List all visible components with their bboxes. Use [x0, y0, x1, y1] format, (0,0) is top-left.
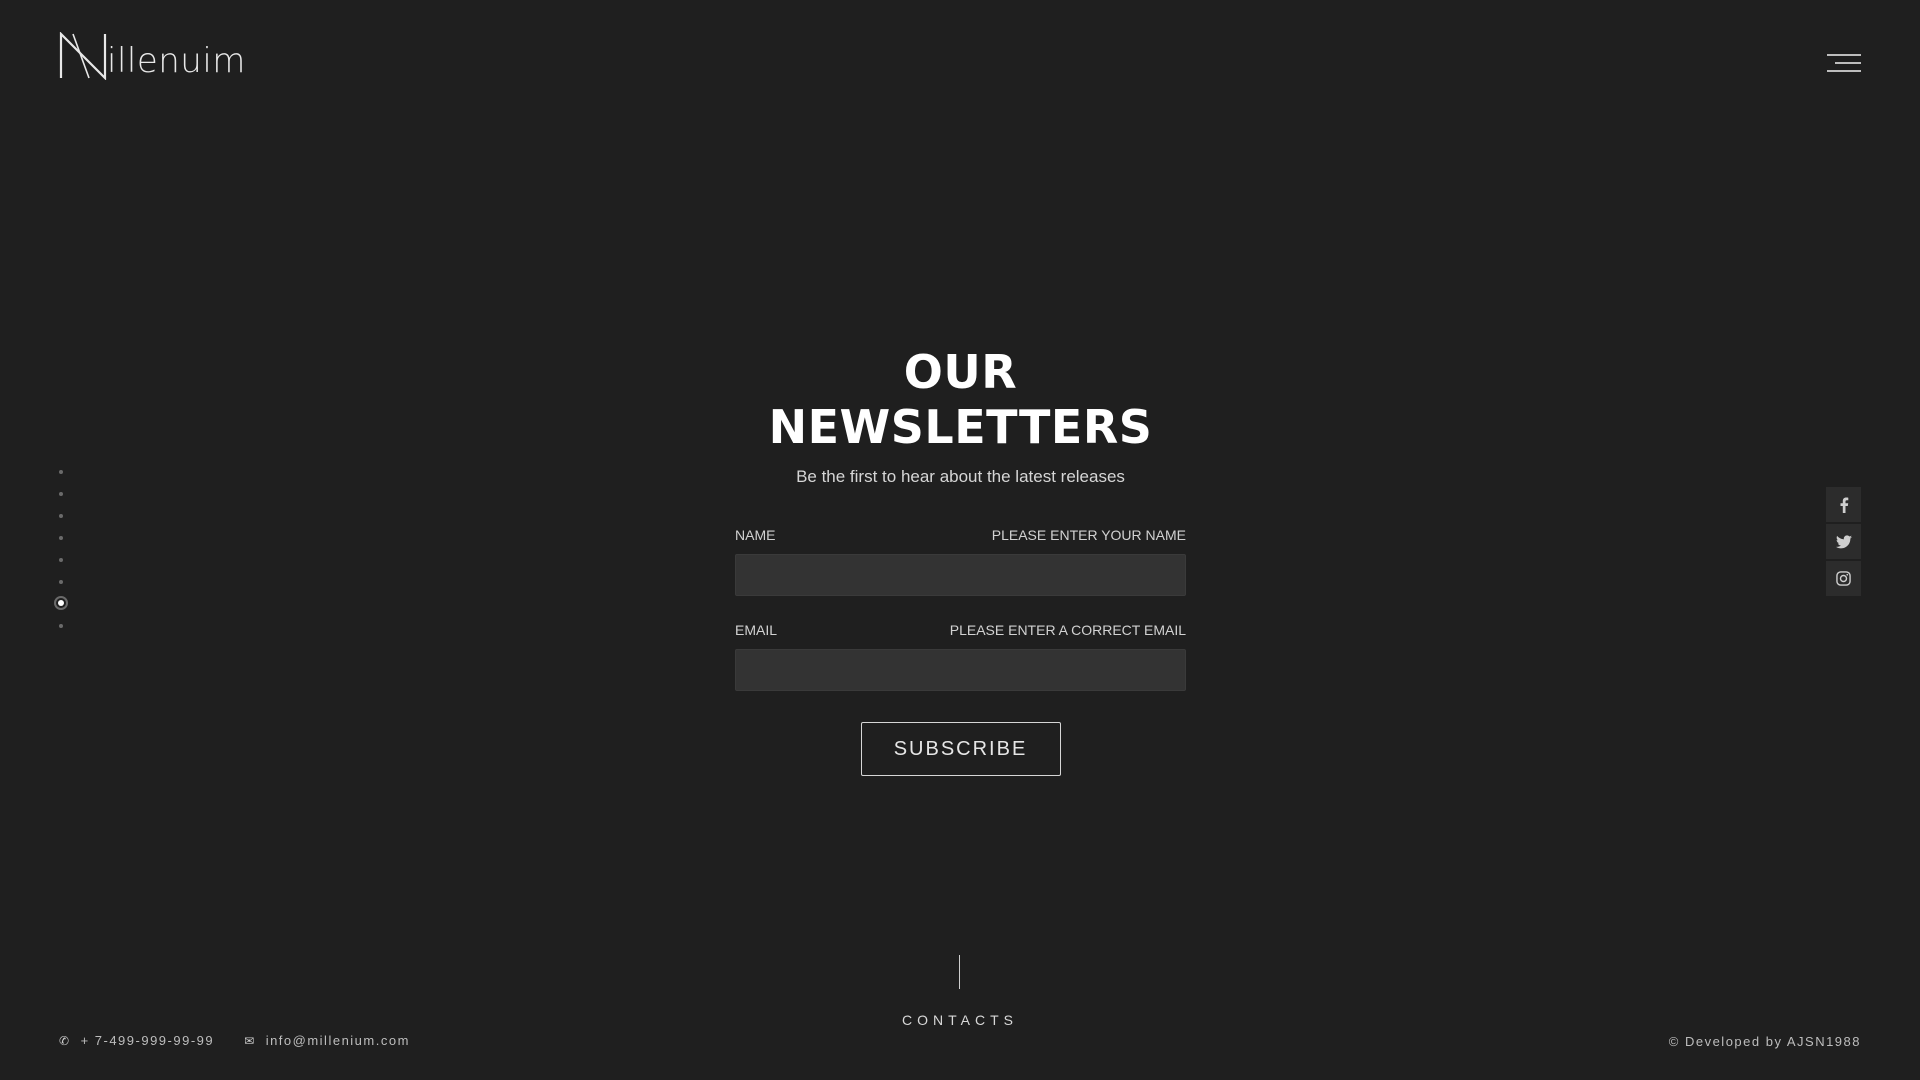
footer-credits: © Developed by AJSN1988 [1668, 1034, 1861, 1049]
email-field-group: EMAIL PLEASE ENTER A CORRECT EMAIL [735, 622, 1186, 692]
section-nav [54, 470, 68, 646]
social-links [1826, 487, 1861, 598]
name-field-group: NAME PLEASE ENTER YOUR NAME [735, 527, 1186, 597]
logo-text: illenuim [107, 41, 246, 81]
mail-icon: ✉ [244, 1033, 256, 1048]
facebook-icon[interactable] [1826, 487, 1861, 522]
hamburger-menu-icon[interactable] [1827, 52, 1861, 78]
section-nav-dot[interactable] [59, 580, 63, 584]
name-input[interactable] [735, 554, 1186, 597]
section-nav-dot[interactable] [59, 536, 63, 540]
contacts-link[interactable]: CONTACTS [860, 1012, 1060, 1028]
footer-contacts: ✆ + 7-499-999-99-99 ✉ info@millenium.com [59, 1033, 440, 1048]
email-hint: PLEASE ENTER A CORRECT EMAIL [949, 622, 1186, 639]
twitter-icon[interactable] [1826, 524, 1861, 559]
section-nav-dot-active[interactable] [54, 596, 68, 610]
section-nav-dot[interactable] [59, 514, 63, 518]
phone-icon: ✆ [59, 1033, 71, 1048]
name-hint: PLEASE ENTER YOUR NAME [991, 527, 1186, 544]
logo-m-icon [59, 32, 107, 80]
newsletter-page: illenuim OUR NEWSLETTERS Be the first to… [0, 0, 1920, 1080]
footer-email[interactable]: info@millenium.com [266, 1033, 410, 1048]
footer-phone[interactable]: + 7-499-999-99-99 [81, 1033, 215, 1048]
email-label: EMAIL [735, 622, 778, 639]
section-nav-dot[interactable] [59, 470, 63, 474]
newsletter-section: OUR NEWSLETTERS Be the first to hear abo… [735, 345, 1186, 777]
page-subtitle: Be the first to hear about the latest re… [796, 467, 1125, 487]
instagram-icon[interactable] [1826, 561, 1861, 596]
logo[interactable]: illenuim [59, 28, 246, 80]
email-input[interactable] [735, 649, 1186, 692]
section-nav-dot[interactable] [59, 492, 63, 496]
page-title: OUR NEWSLETTERS [768, 345, 1153, 455]
name-label: NAME [735, 527, 776, 544]
section-nav-dot[interactable] [59, 558, 63, 562]
contacts-divider [959, 955, 960, 989]
subscribe-button[interactable]: SUBSCRIBE [860, 722, 1061, 777]
section-nav-dot[interactable] [59, 624, 63, 628]
